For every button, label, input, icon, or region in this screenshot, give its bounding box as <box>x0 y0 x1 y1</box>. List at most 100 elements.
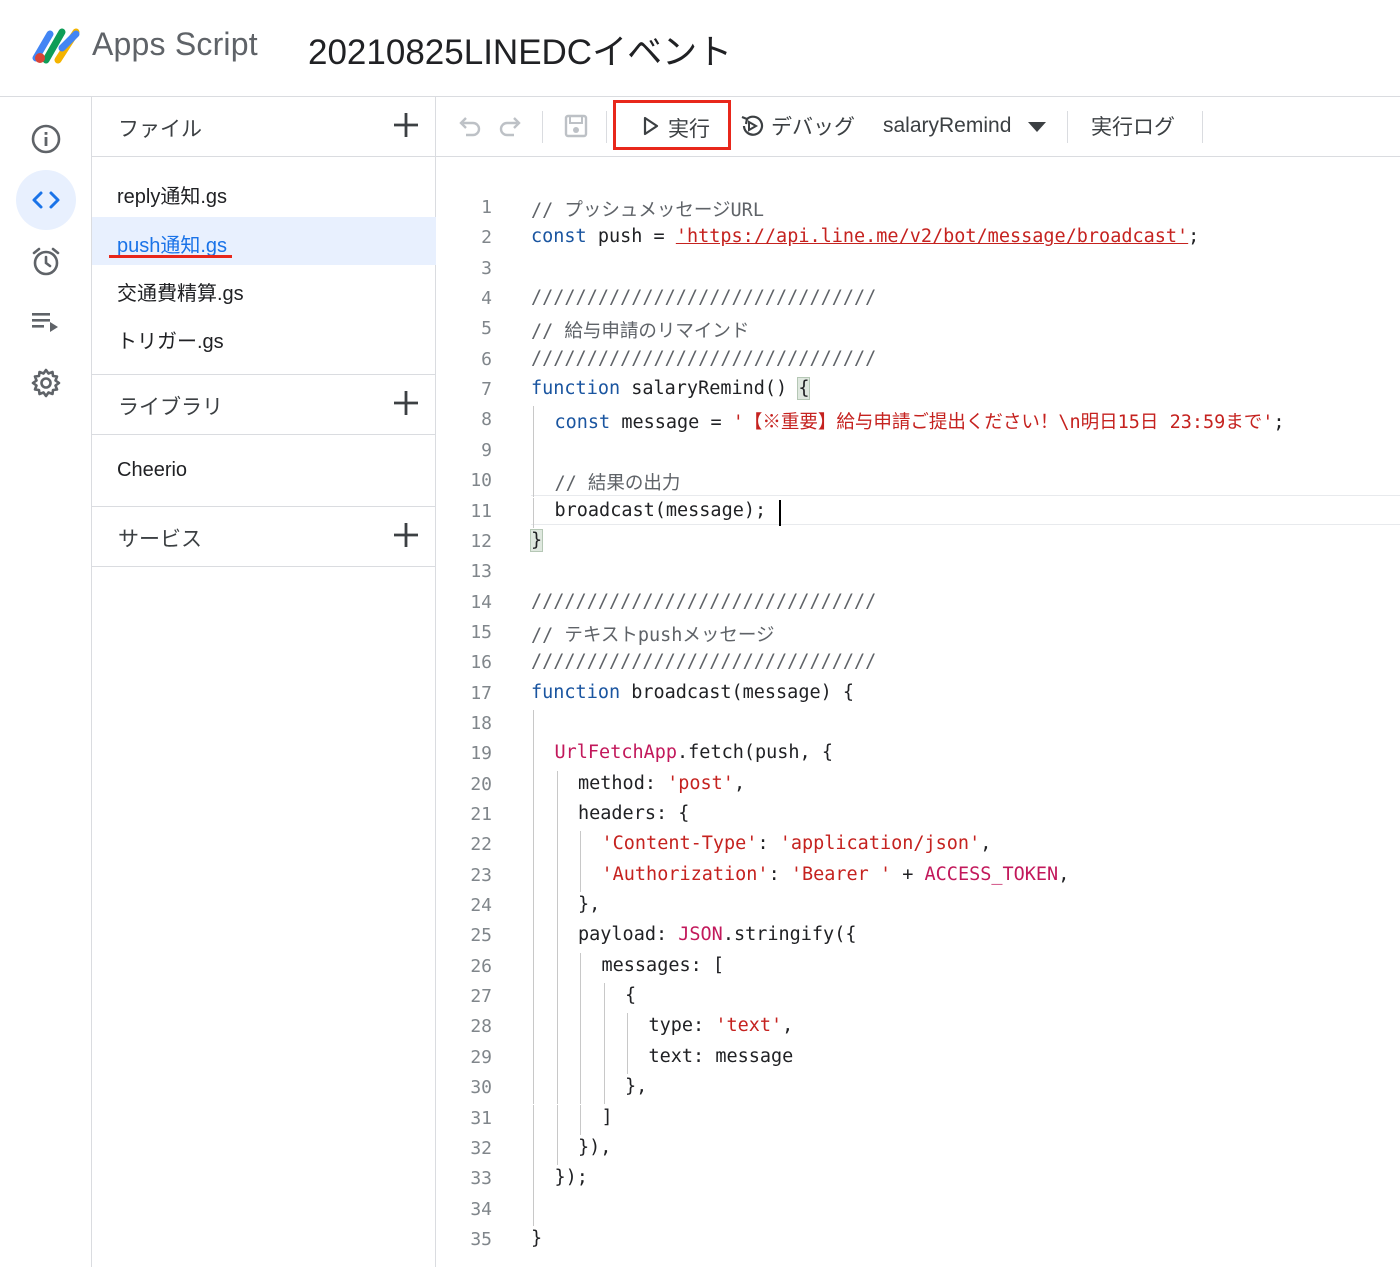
project-title[interactable]: 20210825LINEDCイベント <box>308 24 732 75</box>
executions-button[interactable] <box>16 292 76 352</box>
code-token: salaryRemind() <box>620 378 799 400</box>
indent-guide <box>603 1013 605 1044</box>
code-token: broadcast(message); <box>554 499 767 521</box>
code-line[interactable]: // テキストpushメッセージ <box>531 621 775 647</box>
code-token: broadcast(message) { <box>620 681 855 703</box>
code-line[interactable]: } <box>531 1228 542 1249</box>
indent-guide <box>580 952 581 984</box>
code-line[interactable]: payload: JSON.stringify({ <box>578 924 856 945</box>
files-section-label: ファイル <box>118 118 202 141</box>
run-button[interactable]: 実行 <box>613 100 731 150</box>
left-nav-rail <box>0 97 92 1267</box>
overview-button[interactable] <box>16 109 76 169</box>
save-icon[interactable] <box>561 111 591 141</box>
red-underline-annotation <box>109 255 232 258</box>
code-line[interactable]: // 給与申請のリマインド <box>531 317 749 343</box>
indent-guide <box>556 861 558 893</box>
alarm-icon <box>32 247 60 276</box>
file-item-label: 交通費精算.gs <box>117 283 244 305</box>
code-line[interactable]: messages: [ <box>602 955 725 976</box>
line-number: 30 <box>470 1077 492 1099</box>
line-number: 1 <box>481 197 492 218</box>
code-token: headers: { <box>578 803 690 824</box>
code-line[interactable]: // プッシュメッセージURL <box>531 196 764 222</box>
line-number: 9 <box>481 439 492 461</box>
code-line[interactable]: }, <box>578 894 600 915</box>
code-line[interactable]: // 結果の出力 <box>555 469 681 495</box>
indent-guide <box>533 467 534 498</box>
file-item-transport[interactable]: 交通費精算.gs <box>92 265 436 313</box>
code-line[interactable]: method: 'post', <box>578 773 745 794</box>
library-item-cheerio[interactable]: Cheerio <box>117 459 187 482</box>
line-number: 21 <box>470 804 492 825</box>
debug-button[interactable]: デバッグ <box>771 111 855 141</box>
code-token: 'post' <box>667 772 734 794</box>
code-line[interactable]: }); <box>555 1167 588 1188</box>
redo-icon[interactable] <box>496 111 526 141</box>
file-item-trigger[interactable]: トリガー.gs <box>92 313 436 361</box>
code-token: { <box>625 985 637 1007</box>
line-number: 20 <box>470 773 492 795</box>
code-line[interactable]: }, <box>625 1076 647 1097</box>
function-select[interactable]: salaryRemind <box>883 114 1011 138</box>
code-token: UrlFetchApp <box>554 742 678 764</box>
code-token: ; <box>1188 226 1200 248</box>
execution-log-button[interactable]: 実行ログ <box>1091 111 1175 141</box>
indent-guide <box>533 801 534 832</box>
code-line[interactable]: const message = '【※重要】給与申請ご提出ください！\n明日15… <box>555 408 1285 434</box>
indent-guide <box>556 1134 558 1166</box>
code-line[interactable]: /////////////////////////////// <box>531 591 876 612</box>
line-number: 29 <box>470 1046 492 1068</box>
indent-guide <box>533 1134 534 1166</box>
editor-button[interactable] <box>16 170 76 230</box>
file-item-reply[interactable]: reply通知.gs <box>92 168 436 216</box>
executions-icon <box>32 313 58 332</box>
code-token: , <box>782 1015 794 1037</box>
code-line[interactable]: 'Authorization': 'Bearer ' + ACCESS_TOKE… <box>602 864 1070 885</box>
indent-guide <box>556 831 558 862</box>
line-number: 34 <box>470 1198 492 1220</box>
code-line[interactable]: /////////////////////////////// <box>531 348 876 369</box>
code-token: const <box>531 226 587 248</box>
add-library-plus-icon[interactable] <box>390 387 422 419</box>
settings-button[interactable] <box>16 353 76 413</box>
code-line[interactable]: /////////////////////////////// <box>531 287 876 308</box>
code-line[interactable]: text: message <box>649 1046 794 1067</box>
code-line[interactable]: function salaryRemind() { <box>531 377 811 401</box>
undo-icon[interactable] <box>454 111 484 141</box>
code-token: .stringify({ <box>722 924 857 946</box>
code-line[interactable]: headers: { <box>578 803 689 824</box>
code-line[interactable]: function broadcast(message) { <box>531 682 854 703</box>
line-number: 7 <box>481 379 492 401</box>
add-service-plus-icon[interactable] <box>390 519 422 551</box>
debug-icon[interactable] <box>738 112 766 140</box>
code-line[interactable]: /////////////////////////////// <box>531 651 876 672</box>
add-file-plus-icon[interactable] <box>390 109 422 141</box>
code-token: 'Authorization' <box>601 863 769 885</box>
line-number: 22 <box>470 834 492 856</box>
code-line[interactable]: { <box>625 985 636 1006</box>
code-token: 'https://api.line.me/v2/bot/message/broa… <box>675 226 1189 248</box>
triggers-button[interactable] <box>16 231 76 291</box>
code-line[interactable]: broadcast(message); <box>555 500 767 521</box>
code-line[interactable]: }), <box>578 1137 611 1158</box>
line-number: 32 <box>470 1137 492 1159</box>
file-item-label: reply通知.gs <box>117 186 228 208</box>
apps-script-logo-icon[interactable] <box>32 26 82 66</box>
code-line[interactable]: type: 'text', <box>649 1015 794 1036</box>
code-line[interactable]: 'Content-Type': 'application/json', <box>602 833 992 854</box>
dropdown-caret-icon[interactable] <box>1028 122 1046 132</box>
matched-bracket: } <box>529 528 544 552</box>
indent-guide <box>533 952 534 984</box>
code-line[interactable]: ] <box>602 1107 613 1128</box>
code-line[interactable]: const push = 'https://api.line.me/v2/bot… <box>531 226 1199 247</box>
line-number: 27 <box>470 986 492 1008</box>
code-token: ; <box>1273 412 1285 434</box>
toolbar-divider <box>606 111 607 143</box>
file-item-push[interactable]: push通知.gs <box>92 217 436 265</box>
code-token: }), <box>578 1136 612 1158</box>
indent-guide <box>533 740 534 771</box>
code-line[interactable]: UrlFetchApp.fetch(push, { <box>555 742 833 763</box>
code-editor[interactable]: 1 // プッシュメッセージURL 2 const push = 'https://a… <box>436 157 1400 1267</box>
code-line[interactable]: } <box>529 528 544 552</box>
